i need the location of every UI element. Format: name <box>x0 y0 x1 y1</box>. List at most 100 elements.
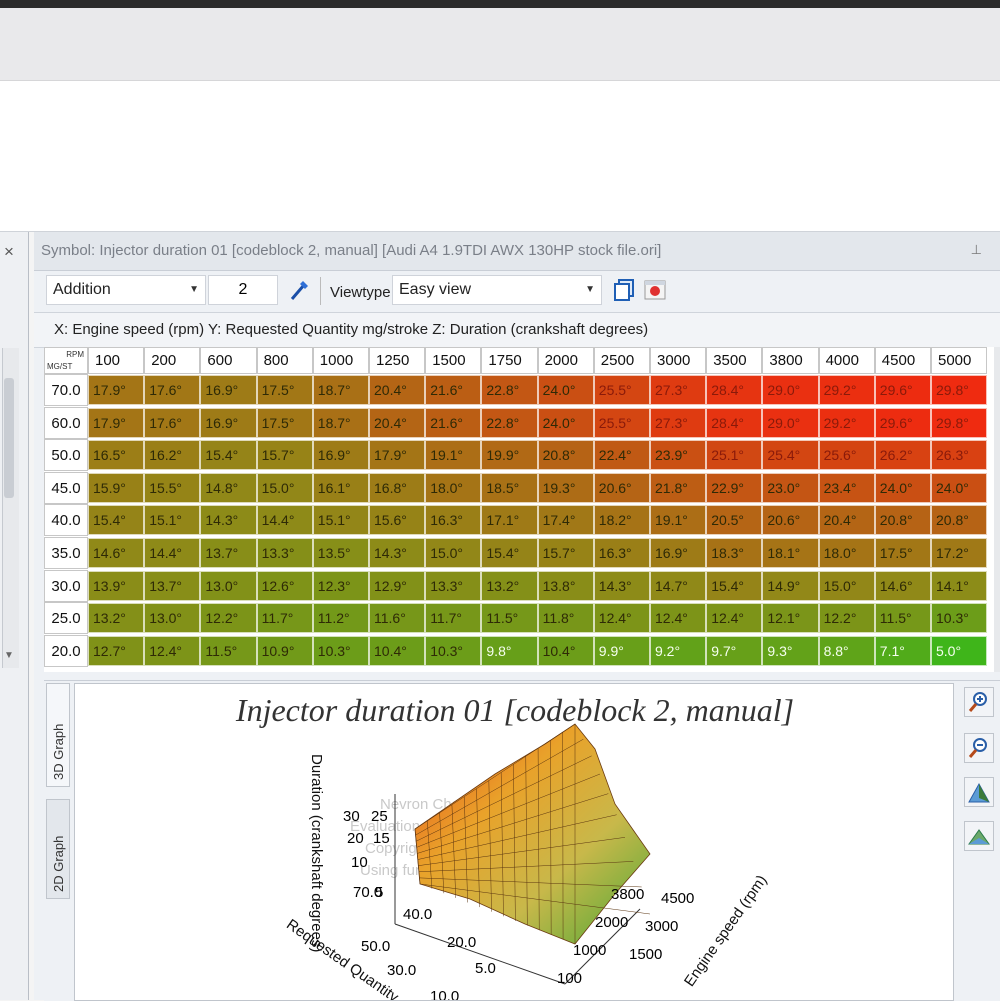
zoom-in-button[interactable] <box>964 687 994 717</box>
table-cell[interactable]: 19.1° <box>650 505 706 535</box>
table-cell[interactable]: 17.9° <box>369 440 425 470</box>
table-cell[interactable]: 15.6° <box>369 505 425 535</box>
table-cell[interactable]: 15.9° <box>88 473 144 503</box>
operation-select[interactable]: Addition ▼ <box>46 275 206 305</box>
table-cell[interactable]: 14.6° <box>88 538 144 568</box>
table-cell[interactable]: 14.1° <box>931 571 987 601</box>
copy-window-icon[interactable] <box>612 277 638 303</box>
table-cell[interactable]: 29.6° <box>875 375 931 405</box>
table-cell[interactable]: 25.4° <box>762 440 818 470</box>
left-panel-close-icon[interactable]: × <box>4 242 14 262</box>
table-cell[interactable]: 11.8° <box>538 603 594 633</box>
table-cell[interactable]: 22.4° <box>594 440 650 470</box>
table-cell[interactable]: 9.8° <box>481 636 537 666</box>
table-cell[interactable]: 12.2° <box>200 603 256 633</box>
table-cell[interactable]: 18.7° <box>313 408 369 438</box>
table-cell[interactable]: 9.2° <box>650 636 706 666</box>
table-cell[interactable]: 20.6° <box>762 505 818 535</box>
table-cell[interactable]: 18.2° <box>594 505 650 535</box>
table-cell[interactable]: 20.8° <box>931 505 987 535</box>
table-cell[interactable]: 20.5° <box>706 505 762 535</box>
table-cell[interactable]: 20.8° <box>875 505 931 535</box>
table-cell[interactable]: 22.8° <box>481 375 537 405</box>
table-cell[interactable]: 16.3° <box>425 505 481 535</box>
table-cell[interactable]: 20.4° <box>369 408 425 438</box>
table-cell[interactable]: 29.2° <box>819 375 875 405</box>
table-cell[interactable]: 14.8° <box>200 473 256 503</box>
table-cell[interactable]: 17.5° <box>257 408 313 438</box>
table-cell[interactable]: 19.9° <box>481 440 537 470</box>
table-cell[interactable]: 15.4° <box>88 505 144 535</box>
table-cell[interactable]: 29.8° <box>931 375 987 405</box>
amount-input[interactable]: 2 <box>208 275 278 305</box>
table-cell[interactable]: 9.9° <box>594 636 650 666</box>
chart-view-icon[interactable] <box>642 277 668 303</box>
table-cell[interactable]: 22.9° <box>706 473 762 503</box>
table-cell[interactable]: 29.6° <box>875 408 931 438</box>
table-cell[interactable]: 27.3° <box>650 408 706 438</box>
table-cell[interactable]: 14.7° <box>650 571 706 601</box>
table-scrollbar[interactable] <box>994 347 1000 672</box>
table-cell[interactable]: 17.6° <box>144 408 200 438</box>
table-cell[interactable]: 24.0° <box>875 473 931 503</box>
table-cell[interactable]: 13.3° <box>257 538 313 568</box>
table-cell[interactable]: 15.4° <box>481 538 537 568</box>
table-cell[interactable]: 14.4° <box>144 538 200 568</box>
table-cell[interactable]: 13.2° <box>88 603 144 633</box>
table-cell[interactable]: 13.8° <box>538 571 594 601</box>
table-cell[interactable]: 15.7° <box>538 538 594 568</box>
table-cell[interactable]: 14.3° <box>200 505 256 535</box>
table-cell[interactable]: 21.6° <box>425 375 481 405</box>
table-cell[interactable]: 12.4° <box>650 603 706 633</box>
table-cell[interactable]: 16.9° <box>650 538 706 568</box>
table-cell[interactable]: 17.9° <box>88 375 144 405</box>
table-cell[interactable]: 24.0° <box>538 408 594 438</box>
table-cell[interactable]: 13.9° <box>88 571 144 601</box>
table-cell[interactable]: 15.0° <box>425 538 481 568</box>
table-cell[interactable]: 13.5° <box>313 538 369 568</box>
table-cell[interactable]: 10.3° <box>313 636 369 666</box>
table-cell[interactable]: 17.1° <box>481 505 537 535</box>
table-cell[interactable]: 15.0° <box>257 473 313 503</box>
table-cell[interactable]: 18.1° <box>762 538 818 568</box>
table-cell[interactable]: 16.1° <box>313 473 369 503</box>
table-cell[interactable]: 15.7° <box>257 440 313 470</box>
tab-3d-graph[interactable]: 3D Graph <box>46 683 70 787</box>
table-cell[interactable]: 12.4° <box>706 603 762 633</box>
table-cell[interactable]: 15.4° <box>200 440 256 470</box>
table-cell[interactable]: 25.6° <box>819 440 875 470</box>
table-cell[interactable]: 11.5° <box>875 603 931 633</box>
table-cell[interactable]: 13.0° <box>200 571 256 601</box>
table-cell[interactable]: 5.0° <box>931 636 987 666</box>
table-cell[interactable]: 11.7° <box>425 603 481 633</box>
graph-canvas[interactable]: Injector duration 01 [codeblock 2, manua… <box>74 683 954 1001</box>
table-cell[interactable]: 12.1° <box>762 603 818 633</box>
table-cell[interactable]: 14.6° <box>875 571 931 601</box>
table-cell[interactable]: 8.8° <box>819 636 875 666</box>
table-cell[interactable]: 28.4° <box>706 408 762 438</box>
zoom-out-button[interactable] <box>964 733 994 763</box>
table-cell[interactable]: 17.2° <box>931 538 987 568</box>
table-cell[interactable]: 12.4° <box>144 636 200 666</box>
table-cell[interactable]: 23.9° <box>650 440 706 470</box>
table-cell[interactable]: 10.9° <box>257 636 313 666</box>
table-cell[interactable]: 11.6° <box>369 603 425 633</box>
table-cell[interactable]: 23.4° <box>819 473 875 503</box>
table-cell[interactable]: 29.0° <box>762 375 818 405</box>
table-cell[interactable]: 14.4° <box>257 505 313 535</box>
left-panel-scroll-thumb[interactable] <box>4 378 14 498</box>
table-cell[interactable]: 18.3° <box>706 538 762 568</box>
table-cell[interactable]: 29.8° <box>931 408 987 438</box>
table-cell[interactable]: 16.9° <box>313 440 369 470</box>
table-cell[interactable]: 10.4° <box>538 636 594 666</box>
table-cell[interactable]: 20.6° <box>594 473 650 503</box>
table-cell[interactable]: 25.5° <box>594 375 650 405</box>
table-cell[interactable]: 18.0° <box>819 538 875 568</box>
table-cell[interactable]: 13.7° <box>200 538 256 568</box>
table-cell[interactable]: 10.3° <box>425 636 481 666</box>
table-cell[interactable]: 29.0° <box>762 408 818 438</box>
table-cell[interactable]: 16.5° <box>88 440 144 470</box>
table-cell[interactable]: 11.7° <box>257 603 313 633</box>
table-cell[interactable]: 17.5° <box>875 538 931 568</box>
table-cell[interactable]: 19.1° <box>425 440 481 470</box>
